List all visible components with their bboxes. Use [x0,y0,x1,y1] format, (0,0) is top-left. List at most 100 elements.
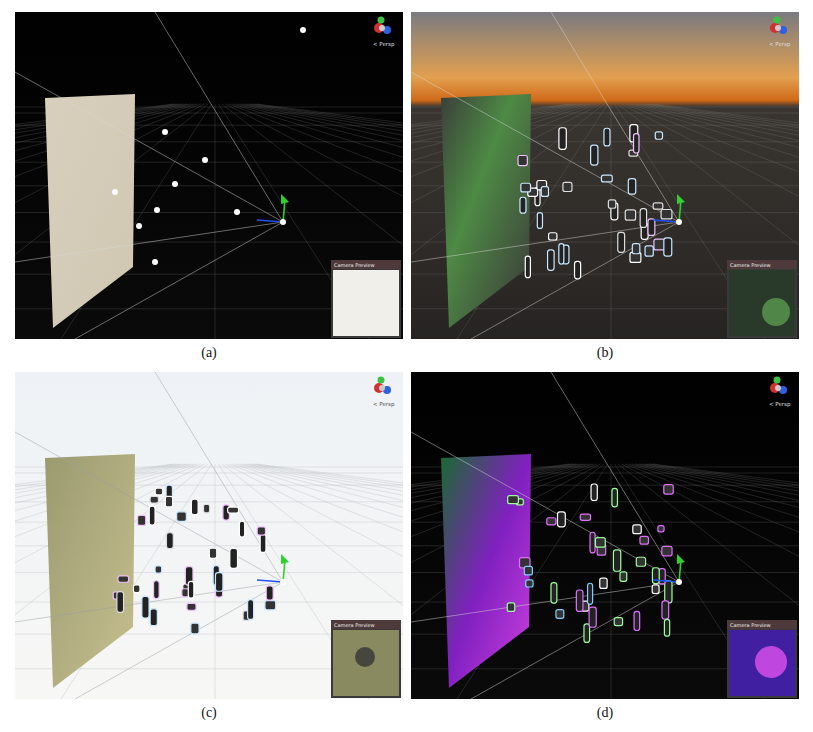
object-box[interactable] [632,244,639,254]
object-box[interactable] [257,527,265,535]
projection-plane[interactable] [441,454,531,688]
object-box[interactable] [228,507,239,513]
human-figure[interactable] [557,512,565,527]
human-figure[interactable] [665,581,672,603]
camera-gizmo-icon[interactable] [653,194,685,225]
human-figure[interactable] [559,128,566,150]
object-box[interactable] [547,518,556,525]
object-box[interactable] [508,496,519,504]
object-box[interactable] [524,566,532,575]
human-figure[interactable] [612,488,618,506]
human-figure[interactable] [230,548,238,568]
human-figure[interactable] [154,581,160,599]
object-box[interactable] [150,497,158,504]
object-box[interactable] [563,182,572,191]
human-figure[interactable] [117,592,124,613]
light-marker[interactable] [234,209,240,215]
human-figure[interactable] [588,583,593,604]
object-box[interactable] [518,155,527,165]
human-figure[interactable] [142,596,149,618]
scene-view[interactable]: < PerspCamera Preview [15,372,403,699]
human-figure[interactable] [634,134,639,153]
axis-gizmo-icon[interactable] [374,377,391,395]
axis-gizmo-icon[interactable] [374,17,391,35]
human-figure[interactable] [520,197,526,213]
object-box[interactable] [625,210,635,220]
object-box[interactable] [204,504,210,512]
object-box[interactable] [580,514,590,520]
object-box[interactable] [595,538,605,548]
axis-gizmo-icon[interactable] [770,377,787,395]
object-box[interactable] [620,572,627,581]
human-figure[interactable] [548,250,555,271]
projection-plane[interactable] [441,94,531,328]
scene-view[interactable]: < PerspCamera Preview [15,12,403,339]
object-box[interactable] [661,209,672,218]
human-figure[interactable] [188,581,194,598]
object-box[interactable] [600,578,607,588]
scene-view[interactable]: < PerspCamera Preview [411,372,799,699]
human-figure[interactable] [604,128,610,146]
human-figure[interactable] [664,238,672,256]
projection-plane[interactable] [45,94,135,328]
object-box[interactable] [664,485,673,494]
object-box[interactable] [614,618,622,626]
light-marker[interactable] [202,157,208,163]
object-box[interactable] [645,246,653,256]
object-box[interactable] [652,585,659,594]
object-box[interactable] [165,496,172,506]
object-box[interactable] [526,580,533,587]
camera-gizmo-icon[interactable] [257,194,289,225]
human-figure[interactable] [589,607,596,627]
object-box[interactable] [633,525,641,534]
light-marker[interactable] [162,129,168,135]
human-figure[interactable] [584,624,590,642]
human-figure[interactable] [575,261,581,278]
human-figure[interactable] [150,609,157,626]
object-box[interactable] [265,601,276,610]
light-marker[interactable] [154,207,160,213]
human-figure[interactable] [613,550,620,571]
human-figure[interactable] [215,573,222,592]
human-figure[interactable] [590,532,595,553]
perspective-label[interactable]: < Persp [769,41,791,48]
human-figure[interactable] [640,209,646,228]
object-box[interactable] [187,603,196,610]
human-figure[interactable] [662,601,669,619]
light-marker[interactable] [136,223,142,229]
human-figure[interactable] [618,232,625,252]
human-figure[interactable] [559,244,564,264]
object-box[interactable] [138,515,146,525]
perspective-label[interactable]: < Persp [373,401,395,408]
projection-plane[interactable] [45,454,135,688]
human-figure[interactable] [591,484,597,501]
object-box[interactable] [640,536,649,544]
human-figure[interactable] [239,521,244,537]
object-box[interactable] [653,203,663,209]
object-box[interactable] [556,610,564,619]
axis-gizmo-icon[interactable] [770,17,787,35]
human-figure[interactable] [664,619,669,636]
object-box[interactable] [655,132,662,139]
object-box[interactable] [191,623,199,634]
human-figure[interactable] [525,256,530,278]
object-box[interactable] [177,512,187,522]
human-figure[interactable] [576,590,583,611]
human-figure[interactable] [591,145,598,165]
light-marker[interactable] [300,27,306,33]
human-figure[interactable] [634,611,640,630]
object-box[interactable] [549,233,557,240]
object-box[interactable] [541,187,548,197]
perspective-label[interactable]: < Persp [769,401,791,408]
object-box[interactable] [155,566,162,573]
object-box[interactable] [658,526,664,532]
object-box[interactable] [507,603,515,612]
human-figure[interactable] [537,213,542,229]
light-marker[interactable] [112,189,118,195]
object-box[interactable] [636,557,645,566]
perspective-label[interactable]: < Persp [373,41,395,48]
object-box[interactable] [654,239,665,250]
object-box[interactable] [209,548,216,558]
human-figure[interactable] [551,583,557,604]
human-figure[interactable] [652,568,659,584]
